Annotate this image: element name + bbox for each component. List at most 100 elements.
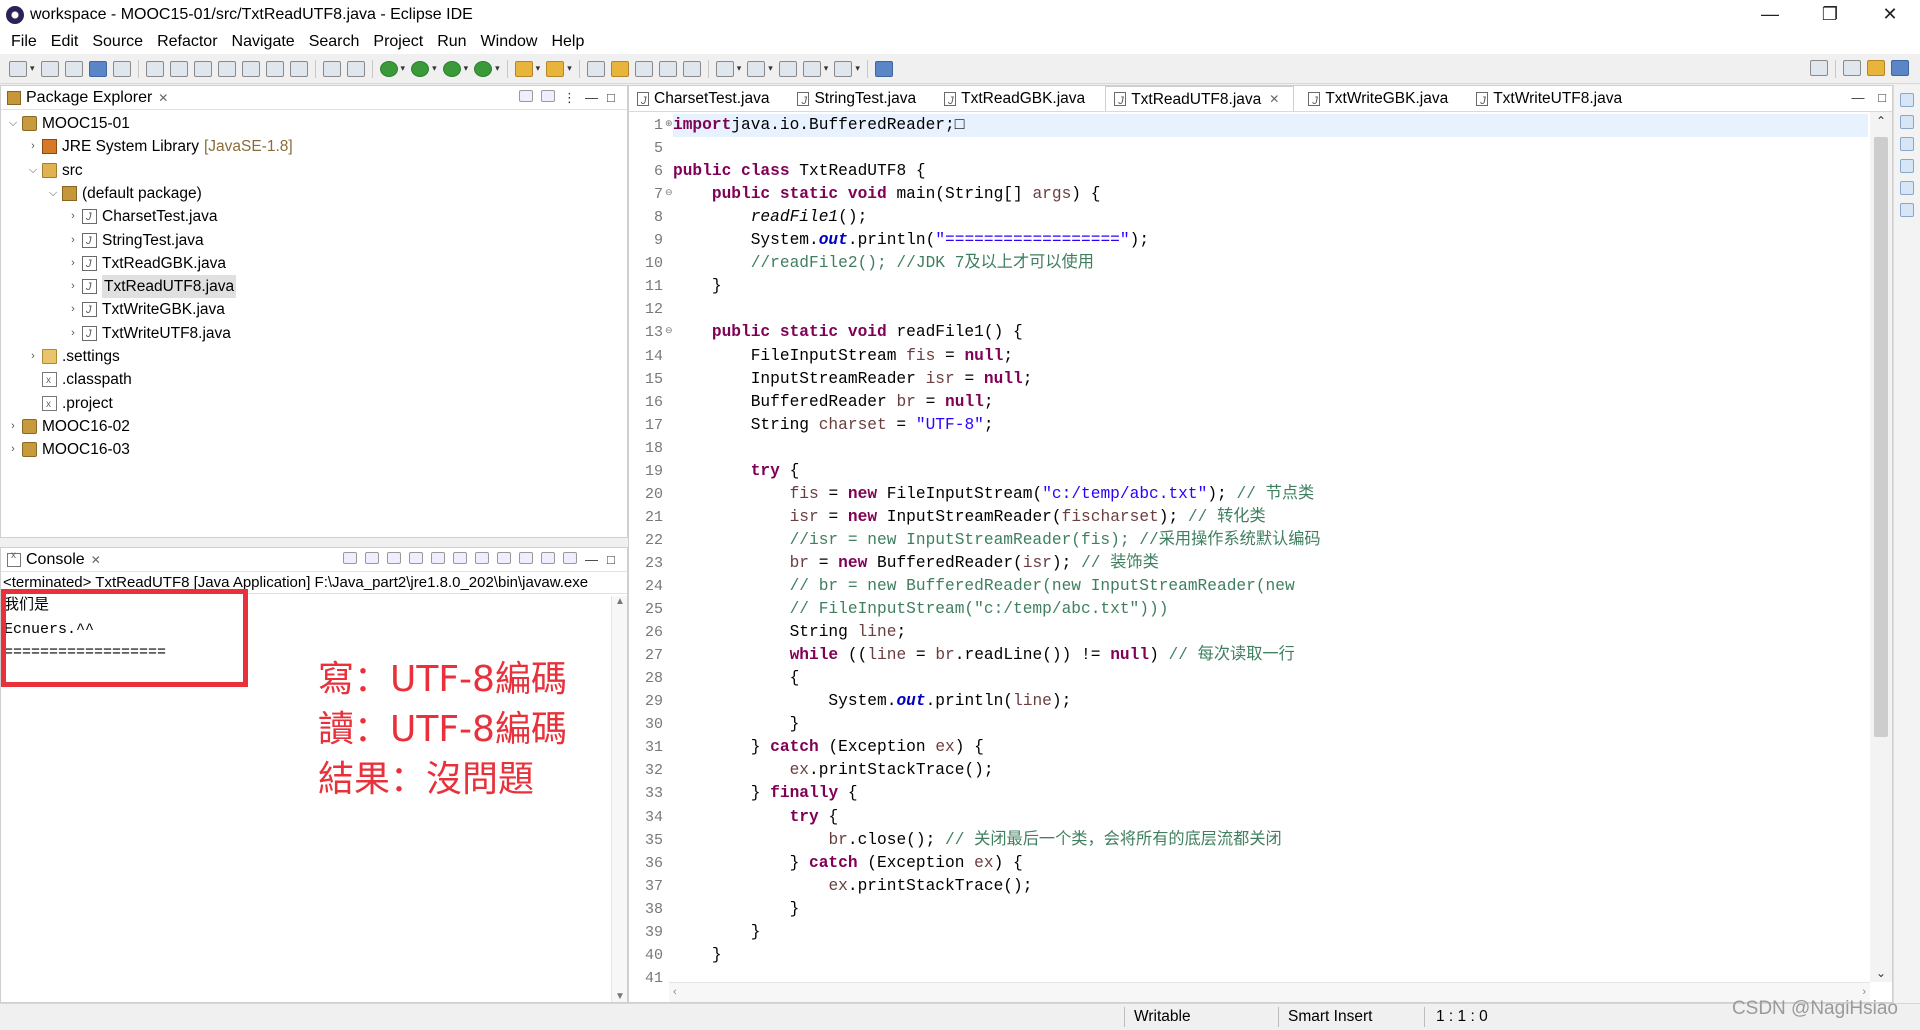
tree-item[interactable]: › TxtWriteUTF8.java (67, 322, 231, 346)
debug-icon[interactable] (379, 60, 398, 77)
clear-console-icon[interactable] (409, 552, 423, 564)
collapse-fold-icon[interactable]: ⊖ (665, 325, 673, 336)
restore-view-icon[interactable] (1900, 93, 1914, 107)
scrollbar-thumb[interactable] (1874, 137, 1888, 737)
restore-button[interactable]: ❐ (1800, 0, 1860, 30)
menu-edit[interactable]: Edit (51, 33, 79, 51)
previous-annotation-dropdown-icon[interactable]: ▾ (768, 63, 773, 74)
close-button[interactable]: ✕ (1860, 0, 1920, 30)
terminate-icon[interactable] (343, 552, 357, 564)
minimize-icon[interactable]: — (585, 90, 599, 105)
console-scrollbar[interactable]: ▲ ▼ (611, 596, 627, 1002)
search-toolbar-icon[interactable] (634, 60, 653, 77)
tree-item[interactable]: .classpath (27, 368, 132, 392)
close-icon[interactable]: ✕ (91, 553, 101, 567)
chevron-right-icon[interactable]: › (67, 275, 79, 298)
scroll-lock-icon[interactable] (431, 552, 445, 564)
menu-file[interactable]: File (11, 33, 37, 51)
menu-search[interactable]: Search (309, 33, 360, 51)
coverage-icon[interactable] (442, 60, 461, 77)
disconnect-icon[interactable] (217, 60, 236, 77)
new-java-dropdown-icon[interactable]: ▾ (536, 63, 541, 74)
open-terminal-icon[interactable] (88, 60, 107, 77)
coverage-dropdown-icon[interactable]: ▾ (464, 63, 469, 74)
console-title[interactable]: Console (26, 551, 85, 569)
chevron-down-icon[interactable]: ⌵ (27, 159, 39, 182)
link-with-editor-icon[interactable] (541, 90, 555, 102)
tree-item[interactable]: › TxtWriteGBK.java (67, 298, 225, 322)
editor-tab[interactable]: TxtReadGBK.java (936, 86, 1099, 114)
editor-tab[interactable]: StringTest.java (789, 86, 930, 114)
minimize-button[interactable]: — (1740, 0, 1800, 30)
external-tools-dropdown-icon[interactable]: ▾ (495, 63, 500, 74)
maximize-icon[interactable]: □ (1878, 90, 1886, 105)
collapse-fold-icon[interactable]: ⊖ (665, 187, 673, 198)
scroll-right-icon[interactable]: › (1862, 986, 1866, 998)
editor-tab[interactable]: TxtReadUTF8.java ✕ (1105, 86, 1295, 114)
tree-item[interactable]: › MOOC16-02 (7, 415, 130, 438)
back-dropdown-icon[interactable]: ▾ (824, 63, 829, 74)
debug-dropdown-icon[interactable]: ▾ (401, 63, 406, 74)
search-icon[interactable] (1810, 60, 1828, 76)
previous-annotation-icon[interactable] (747, 60, 766, 77)
tree-item[interactable]: › .settings (27, 345, 120, 368)
scroll-down-icon[interactable]: ⌄ (1870, 966, 1892, 980)
scroll-up-icon[interactable]: ▲ (612, 596, 628, 607)
tree-item[interactable]: › TxtReadUTF8.java (67, 275, 237, 299)
last-edit-location-icon[interactable] (778, 60, 797, 77)
save-icon[interactable] (40, 60, 59, 77)
menu-project[interactable]: Project (373, 33, 423, 51)
chevron-right-icon[interactable]: › (67, 229, 79, 252)
show-whitespace-icon[interactable] (682, 60, 701, 77)
menu-navigate[interactable]: Navigate (232, 33, 295, 51)
menu-help[interactable]: Help (551, 33, 584, 51)
show-stderr-icon[interactable] (497, 552, 511, 564)
run-icon[interactable] (411, 60, 430, 77)
scroll-up-icon[interactable]: ⌃ (1870, 114, 1892, 128)
editor-tab[interactable]: TxtWriteGBK.java (1300, 86, 1462, 114)
collapse-all-icon[interactable] (519, 90, 533, 102)
save-all-icon[interactable] (64, 60, 83, 77)
task-list-icon[interactable] (1900, 137, 1914, 151)
terminate-icon[interactable] (193, 60, 212, 77)
outline-icon[interactable] (1900, 115, 1914, 129)
java-perspective-icon[interactable] (1867, 60, 1885, 76)
forward-icon[interactable] (834, 60, 853, 77)
tree-item[interactable]: › MOOC16-03 (7, 438, 130, 461)
resume-icon[interactable] (145, 60, 164, 77)
menu-window[interactable]: Window (481, 33, 538, 51)
tree-item[interactable]: ⌵ MOOC15-01 (7, 112, 130, 135)
javadoc-icon[interactable] (1900, 203, 1914, 217)
editor-tab[interactable]: TxtWriteUTF8.java (1468, 86, 1636, 114)
open-task-icon[interactable] (610, 60, 629, 77)
menu-refactor[interactable]: Refactor (157, 33, 217, 51)
forward-dropdown-icon[interactable]: ▾ (855, 63, 860, 74)
chevron-right-icon[interactable]: › (67, 298, 79, 321)
expand-fold-icon[interactable]: ⊕ (665, 118, 673, 129)
word-wrap-icon[interactable] (453, 552, 467, 564)
new-class-dropdown-icon[interactable]: ▾ (567, 63, 572, 74)
show-stdout-icon[interactable] (475, 552, 489, 564)
chevron-right-icon[interactable]: › (7, 438, 19, 461)
next-annotation-icon[interactable] (715, 60, 734, 77)
new-java-package-icon[interactable] (514, 60, 533, 77)
package-explorer-title[interactable]: Package Explorer (26, 89, 152, 107)
tree-item[interactable]: ⌵ (default package) (47, 182, 202, 205)
tree-item[interactable]: › TxtReadGBK.java (67, 252, 226, 276)
scroll-down-icon[interactable]: ▼ (612, 991, 628, 1002)
debug-perspective-icon[interactable] (1891, 60, 1909, 76)
toggle-block-selection-icon[interactable] (658, 60, 677, 77)
new-icon[interactable] (9, 60, 27, 77)
step-into-icon[interactable] (241, 60, 260, 77)
code-area[interactable]: 1 ⊕ importjava.io.BufferedReader;□ 5 6 public… (629, 112, 1892, 1002)
run-dropdown-icon[interactable]: ▾ (432, 63, 437, 74)
tree-item[interactable]: › JRE System Library [JavaSE-1.8] (27, 135, 293, 158)
problems-icon[interactable] (1900, 181, 1914, 195)
chevron-right-icon[interactable]: › (27, 345, 39, 368)
editor-tab[interactable]: CharsetTest.java (629, 86, 783, 114)
tree-item[interactable]: ⌵ src (27, 159, 83, 182)
minimize-icon[interactable]: — (585, 552, 599, 567)
suspend-icon[interactable] (169, 60, 188, 77)
step-over-icon[interactable] (265, 60, 284, 77)
chevron-right-icon[interactable]: › (67, 252, 79, 275)
